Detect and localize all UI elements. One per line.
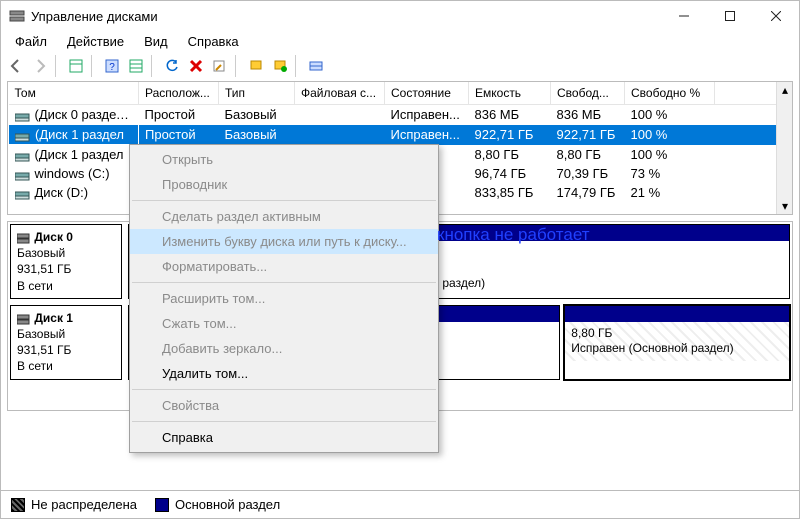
context-menu-item: Форматировать... bbox=[130, 254, 438, 279]
context-menu-item[interactable]: Удалить том... bbox=[130, 361, 438, 386]
context-menu-item: Сжать том... bbox=[130, 311, 438, 336]
legend-primary: Основной раздел bbox=[155, 497, 280, 513]
unallocated-swatch-icon bbox=[11, 498, 25, 512]
action-button[interactable] bbox=[269, 55, 291, 77]
col-fs[interactable]: Файловая с... bbox=[295, 82, 385, 105]
volume-icon bbox=[15, 189, 31, 199]
delete-button[interactable] bbox=[185, 55, 207, 77]
volume-icon bbox=[15, 170, 31, 180]
primary-swatch-icon bbox=[155, 498, 169, 512]
context-menu-item: Свойства bbox=[130, 393, 438, 418]
settings-button[interactable] bbox=[305, 55, 327, 77]
legend-unallocated: Не распределена bbox=[11, 497, 137, 513]
col-capacity[interactable]: Емкость bbox=[469, 82, 551, 105]
menu-help[interactable]: Справка bbox=[178, 33, 249, 50]
app-icon bbox=[9, 8, 25, 24]
col-type[interactable]: Тип bbox=[219, 82, 295, 105]
menu-action[interactable]: Действие bbox=[57, 33, 134, 50]
maximize-button[interactable] bbox=[707, 1, 753, 31]
context-menu-item: Открыть bbox=[130, 147, 438, 172]
scroll-down-icon[interactable]: ▾ bbox=[777, 198, 793, 214]
help-button[interactable]: ? bbox=[101, 55, 123, 77]
col-free[interactable]: Свобод... bbox=[551, 82, 625, 105]
volume-row[interactable]: (Диск 0 раздел 2) ПростойБазовыйИсправен… bbox=[9, 105, 792, 125]
context-menu-item: Расширить том... bbox=[130, 286, 438, 311]
menu-file[interactable]: Файл bbox=[5, 33, 57, 50]
properties-button[interactable] bbox=[209, 55, 231, 77]
context-menu-item: Проводник bbox=[130, 172, 438, 197]
context-menu-item[interactable]: Справка bbox=[130, 425, 438, 450]
close-button[interactable] bbox=[753, 1, 799, 31]
annotation-text: кнопка не работает bbox=[437, 225, 590, 245]
window-title: Управление дисками bbox=[31, 9, 158, 24]
menu-view[interactable]: Вид bbox=[134, 33, 178, 50]
context-menu-item: Добавить зеркало... bbox=[130, 336, 438, 361]
titlebar: Управление дисками bbox=[1, 1, 799, 31]
refresh-button[interactable] bbox=[161, 55, 183, 77]
context-menu-item: Изменить букву диска или путь к диску... bbox=[130, 229, 438, 254]
legend: Не распределена Основной раздел bbox=[1, 490, 799, 518]
view-detail-button[interactable] bbox=[125, 55, 147, 77]
volume-icon bbox=[15, 131, 31, 141]
partition[interactable]: 8,80 ГБИсправен (Основной раздел) bbox=[564, 305, 790, 380]
col-layout[interactable]: Располож... bbox=[139, 82, 219, 105]
disk-header[interactable]: Диск 1Базовый931,51 ГБВ сети bbox=[10, 305, 122, 380]
view-list-button[interactable] bbox=[65, 55, 87, 77]
col-status[interactable]: Состояние bbox=[385, 82, 469, 105]
forward-button[interactable] bbox=[29, 55, 51, 77]
minimize-button[interactable] bbox=[661, 1, 707, 31]
partition-band bbox=[565, 306, 789, 322]
columns-header[interactable]: Том Располож... Тип Файловая с... Состоя… bbox=[9, 82, 792, 105]
col-volume[interactable]: Том bbox=[9, 82, 139, 105]
context-menu: ОткрытьПроводник Сделать раздел активнымИ… bbox=[129, 144, 439, 453]
menubar: Файл Действие Вид Справка bbox=[1, 31, 799, 51]
back-button[interactable] bbox=[5, 55, 27, 77]
volume-icon bbox=[15, 111, 31, 121]
volume-row[interactable]: (Диск 1 раздел ПростойБазовыйИсправен...… bbox=[9, 125, 792, 145]
disk-header[interactable]: Диск 0Базовый931,51 ГБВ сети bbox=[10, 224, 122, 299]
context-menu-item: Сделать раздел активным bbox=[130, 204, 438, 229]
toolbar: ? bbox=[1, 51, 799, 81]
scroll-up-icon[interactable]: ▴ bbox=[777, 82, 793, 98]
volume-icon bbox=[15, 151, 31, 161]
col-freepct[interactable]: Свободно % bbox=[625, 82, 715, 105]
list-scrollbar[interactable]: ▴ ▾ bbox=[776, 82, 792, 214]
wizard-button[interactable] bbox=[245, 55, 267, 77]
svg-text:?: ? bbox=[109, 62, 115, 73]
